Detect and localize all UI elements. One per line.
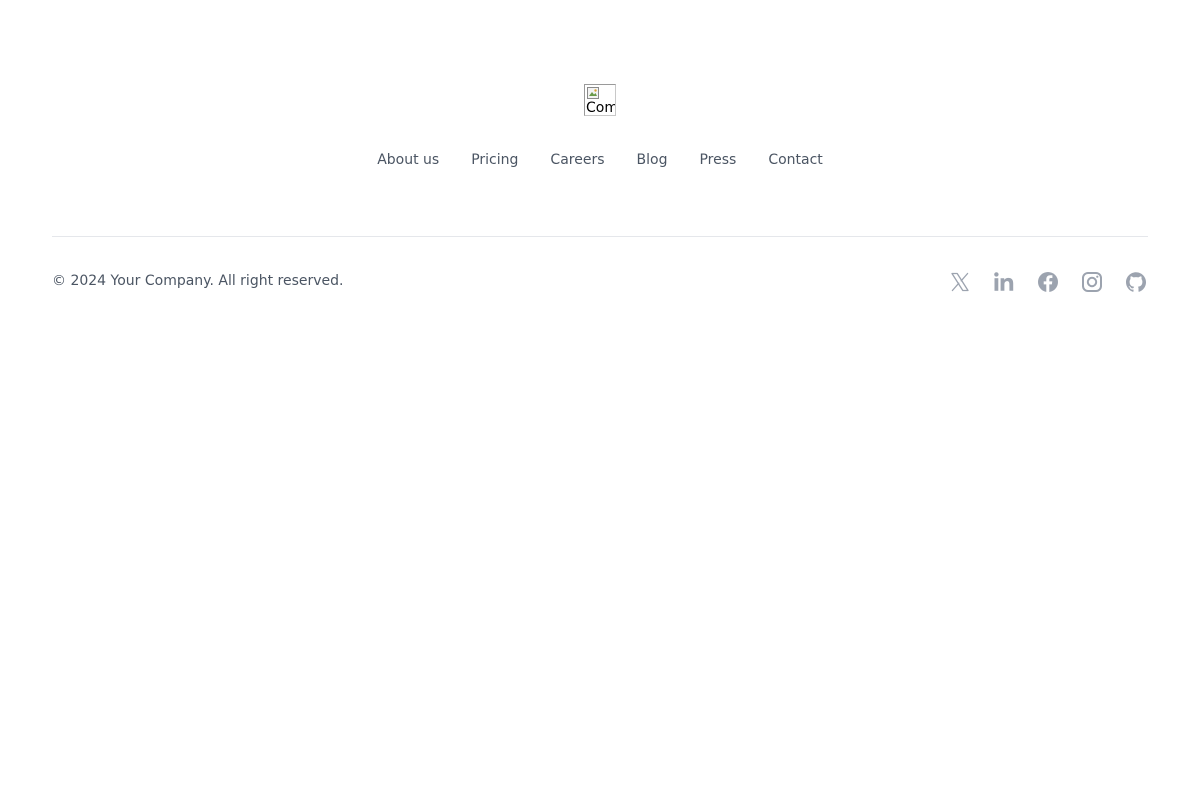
github-icon (1126, 272, 1146, 292)
github-link[interactable] (1124, 270, 1148, 294)
site-footer: Company About us Pricing Careers Blog Pr… (0, 0, 1200, 800)
company-logo: Company (584, 84, 616, 116)
x-icon (951, 272, 969, 292)
nav-link-press[interactable]: Press (699, 150, 736, 170)
broken-image-icon (587, 87, 599, 99)
facebook-link[interactable] (1036, 270, 1060, 294)
facebook-icon (1038, 272, 1058, 292)
social-links (948, 270, 1148, 294)
logo-alt-text: Company (586, 100, 616, 116)
company-logo-link[interactable]: Company (584, 84, 616, 116)
nav-link-about-us[interactable]: About us (377, 150, 439, 170)
nav-link-contact[interactable]: Contact (768, 150, 822, 170)
linkedin-link[interactable] (992, 270, 1016, 294)
x-link[interactable] (948, 270, 972, 294)
footer-divider (52, 236, 1148, 237)
instagram-icon (1082, 272, 1102, 292)
copyright-text: © 2024 Your Company. All right reserved. (52, 273, 344, 289)
nav-link-pricing[interactable]: Pricing (471, 150, 518, 170)
linkedin-icon (994, 272, 1014, 291)
nav-link-careers[interactable]: Careers (550, 150, 604, 170)
nav-link-blog[interactable]: Blog (637, 150, 668, 170)
footer-nav: About us Pricing Careers Blog Press Cont… (0, 150, 1200, 170)
instagram-link[interactable] (1080, 270, 1104, 294)
